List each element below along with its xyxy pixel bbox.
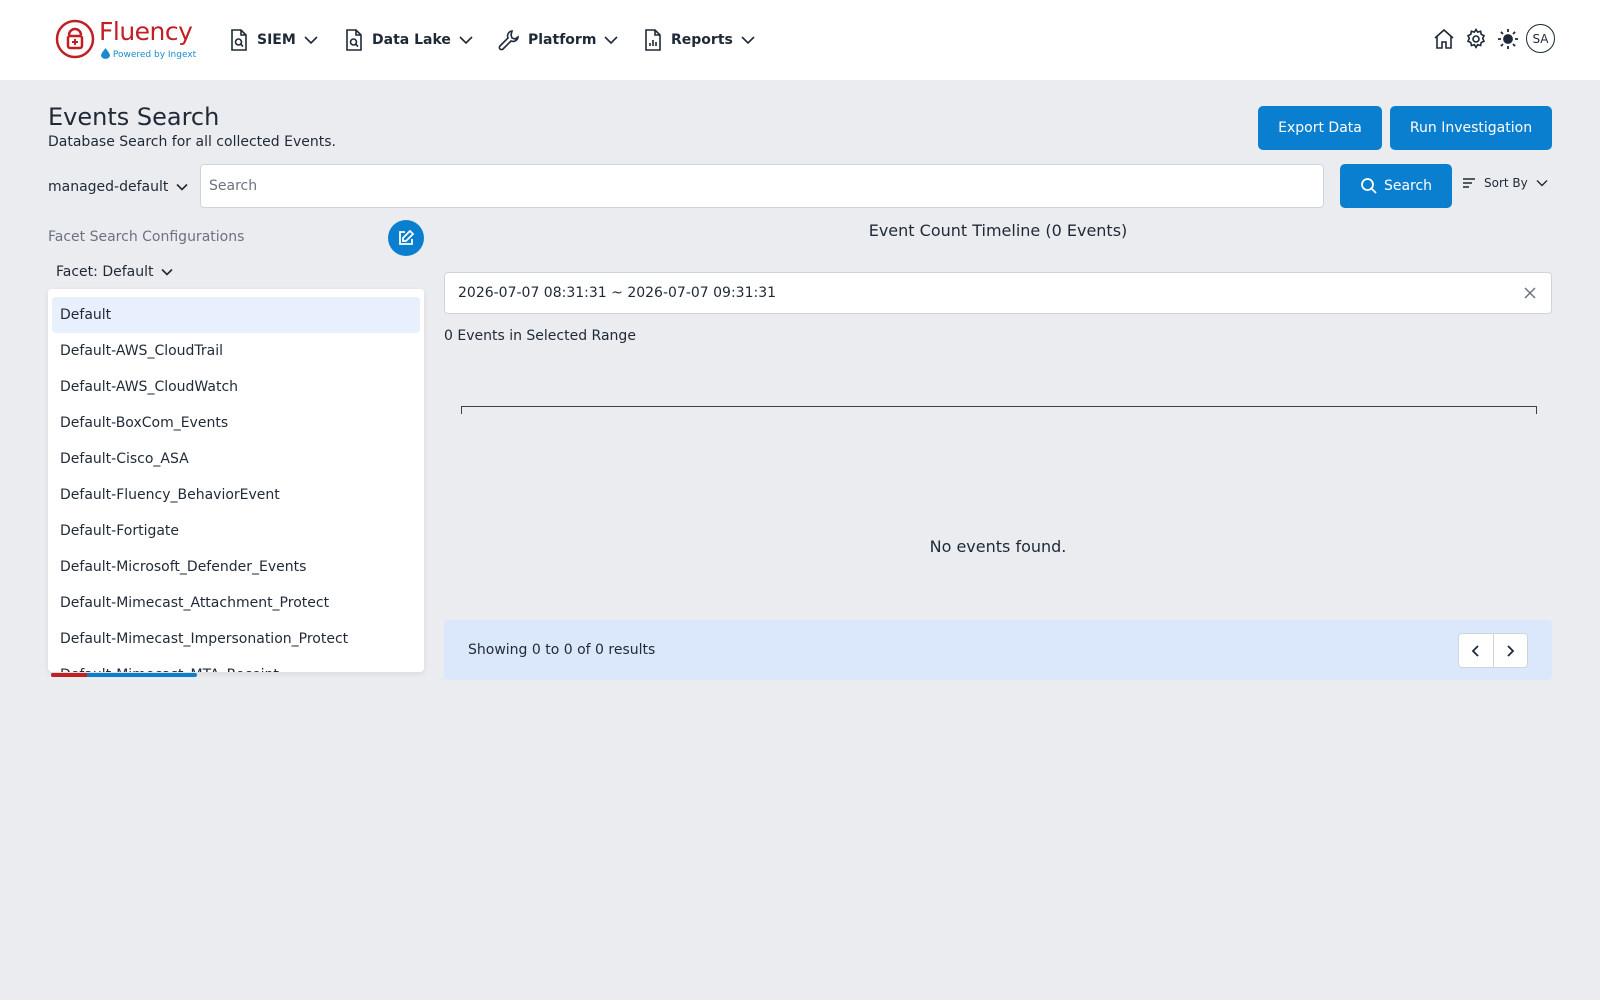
chevron-right-icon [1507,644,1515,657]
facet-option[interactable]: Default-Mimecast_Attachment_Protect [52,585,420,621]
sort-by-select[interactable]: Sort By [1462,172,1548,194]
chevron-down-icon [741,36,755,45]
search-icon [1361,178,1377,194]
facet-option[interactable]: Default-AWS_CloudTrail [52,333,420,369]
home-icon[interactable] [1433,28,1455,50]
chevron-left-icon [1471,644,1479,657]
nav-platform-label: Platform [528,32,597,48]
logo-subtext-label: Powered by Ingext [112,50,197,60]
pagination-buttons [1458,633,1528,668]
nav-reports-label: Reports [671,32,733,48]
results-pagination: Showing 0 to 0 of 0 results [444,620,1552,680]
report-chart-icon [645,29,661,51]
export-data-button[interactable]: Export Data [1258,106,1382,150]
close-icon[interactable] [1523,286,1537,300]
wrench-icon [498,30,519,51]
chevron-down-icon [459,36,473,45]
sun-icon[interactable] [1497,28,1519,50]
page-subtitle: Database Search for all collected Events… [48,134,336,150]
document-search-icon [346,29,362,51]
fluency-logo[interactable]: Fluency Powered by Ingext [55,17,196,61]
facet-option[interactable]: Default-BoxCom_Events [52,405,420,441]
fluency-logo-icon [55,19,95,59]
namespace-label: managed-default [48,179,169,195]
facet-option[interactable]: Default-Mimecast_Impersonation_Protect [52,621,420,657]
empty-results-message: No events found. [929,537,1067,556]
pagination-summary: Showing 0 to 0 of 0 results [468,642,656,658]
facet-option[interactable]: Default-AWS_CloudWatch [52,369,420,405]
timeline-chart-axis [461,406,1537,414]
facet-selected-label: Facet: Default [56,264,154,280]
range-event-count: 0 Events in Selected Range [444,328,636,344]
facet-option[interactable]: Default-Cisco_ASA [52,441,420,477]
facet-edit-button[interactable] [388,220,424,256]
chevron-down-icon [604,36,618,45]
time-range-picker[interactable]: 2026-07-07 08:31:31 ~ 2026-07-07 09:31:3… [444,272,1552,314]
search-input[interactable] [200,164,1324,208]
document-search-icon [231,29,247,51]
nav-data-lake-label: Data Lake [372,32,451,48]
run-investigation-button[interactable]: Run Investigation [1390,106,1552,150]
nav-siem-label: SIEM [257,32,296,48]
chevron-down-icon [161,268,174,276]
user-avatar[interactable]: SA [1526,24,1555,53]
page-title: Events Search [48,103,220,131]
sort-by-label: Sort By [1484,176,1528,190]
nav-platform[interactable]: Platform [498,26,618,54]
logo-subtext: Powered by Ingext [101,48,196,60]
chevron-down-icon [304,36,318,45]
previous-page-button[interactable] [1459,634,1493,667]
nav-siem[interactable]: SIEM [229,26,318,54]
facet-option[interactable]: Default-Mimecast_MTA_Receipt [52,657,420,672]
gear-icon[interactable] [1465,28,1487,50]
facet-select[interactable]: Facet: Default [56,262,174,282]
facet-config-title: Facet Search Configurations [48,229,245,245]
facet-scroll-indicator-red [51,673,87,677]
nav-data-lake[interactable]: Data Lake [344,26,473,54]
logo-text: Fluency [99,17,193,46]
chevron-down-icon [1536,180,1548,187]
facet-option[interactable]: Default [52,297,420,333]
facet-dropdown-menu: Default Default-AWS_CloudTrail Default-A… [48,289,424,672]
facet-option[interactable]: Default-Fluency_BehaviorEvent [52,477,420,513]
time-range-value: 2026-07-07 08:31:31 ~ 2026-07-07 09:31:3… [458,285,777,301]
facet-option[interactable]: Default-Fortigate [52,513,420,549]
facet-option[interactable]: Default-Microsoft_Defender_Events [52,549,420,585]
namespace-select[interactable]: managed-default [48,176,188,198]
next-page-button[interactable] [1492,634,1527,667]
search-button-label: Search [1383,178,1433,194]
nav-reports[interactable]: Reports [643,26,755,54]
drop-icon [101,48,110,59]
facet-scroll-indicator [51,673,197,677]
search-button[interactable]: Search [1340,164,1452,208]
edit-icon [399,229,415,245]
sort-lines-icon [1463,178,1475,188]
top-navbar: Fluency Powered by Ingext SIEM Data Lake… [0,0,1600,80]
timeline-title: Event Count Timeline (0 Events) [868,221,1128,240]
chevron-down-icon [176,183,188,191]
